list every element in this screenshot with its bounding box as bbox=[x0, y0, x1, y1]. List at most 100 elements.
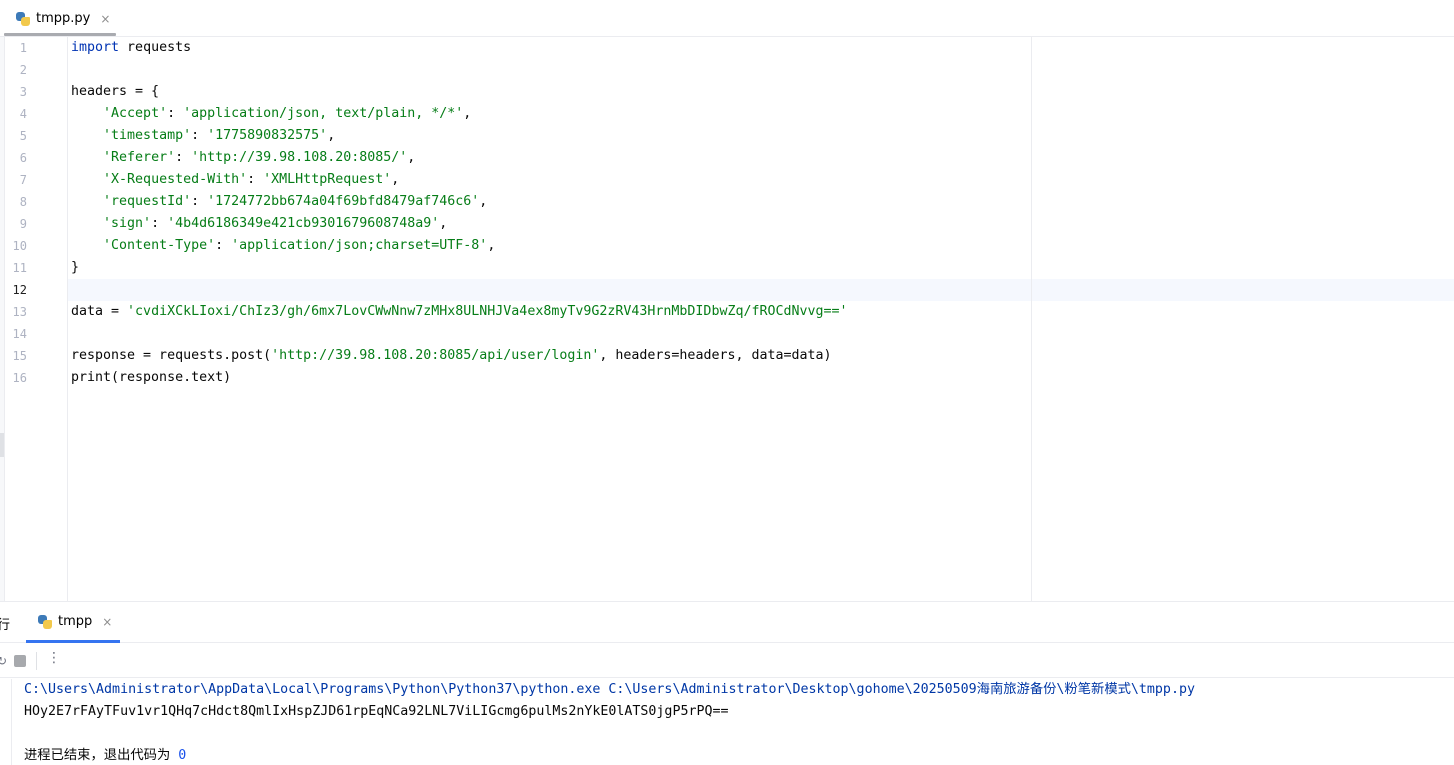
code-line[interactable]: data = 'cvdiXCkLIoxi/ChIz3/gh/6mx7LovCWw… bbox=[71, 301, 848, 323]
code-token: } bbox=[71, 260, 80, 275]
string-token: 'Referer' bbox=[103, 150, 176, 165]
code-token: : bbox=[215, 238, 232, 253]
line-number[interactable]: 13 bbox=[5, 301, 27, 323]
string-token: 'timestamp' bbox=[103, 128, 192, 143]
exit-code: 0 bbox=[178, 748, 187, 763]
string-token: 'requestId' bbox=[103, 194, 192, 209]
current-line-highlight bbox=[5, 279, 1454, 301]
line-number[interactable]: 3 bbox=[5, 81, 27, 103]
console-gutter bbox=[0, 679, 12, 765]
run-toolbar: ↻ ⋮ bbox=[0, 644, 1454, 678]
string-token: '1775890832575' bbox=[207, 128, 328, 143]
run-tool-window: 行 tmpp × ↻ ⋮ C:\Users\Administrator\AppD… bbox=[0, 601, 1454, 765]
line-number[interactable]: 4 bbox=[5, 103, 27, 125]
code-token: : bbox=[191, 128, 208, 143]
code-token: : bbox=[167, 106, 184, 121]
line-number[interactable]: 15 bbox=[5, 345, 27, 367]
run-panel-header: 行 tmpp × bbox=[0, 602, 1454, 643]
left-strip-marker bbox=[0, 433, 4, 457]
string-token: 'sign' bbox=[103, 216, 152, 231]
editor-tab-label: tmpp.py bbox=[36, 11, 91, 26]
code-token: print(response.text) bbox=[71, 370, 232, 385]
code-line[interactable]: 'timestamp': '1775890832575', bbox=[71, 125, 335, 147]
run-tab-indicator bbox=[26, 640, 120, 643]
line-number[interactable]: 12 bbox=[5, 279, 27, 301]
code-line[interactable]: 'requestId': '1724772bb674a04f69bfd8479a… bbox=[71, 191, 487, 213]
string-token: 'Accept' bbox=[103, 106, 168, 121]
line-number[interactable]: 6 bbox=[5, 147, 27, 169]
code-token: , bbox=[407, 150, 416, 165]
code-line[interactable]: 'X-Requested-With': 'XMLHttpRequest', bbox=[71, 169, 399, 191]
run-tab-label: tmpp bbox=[58, 614, 93, 629]
run-panel-title: 行 bbox=[0, 618, 11, 633]
string-token: 'X-Requested-With' bbox=[103, 172, 248, 187]
right-margin-guide bbox=[1031, 37, 1032, 601]
line-number[interactable]: 8 bbox=[5, 191, 27, 213]
string-token: 'http://39.98.108.20:8085/' bbox=[191, 150, 408, 165]
code-token: data = bbox=[71, 304, 128, 319]
stop-icon[interactable] bbox=[14, 655, 26, 667]
string-token: '4b4d6186349e421cb9301679608748a9' bbox=[167, 216, 440, 231]
code-token: , bbox=[327, 128, 336, 143]
python-file-icon bbox=[38, 614, 52, 629]
code-line[interactable]: headers = { bbox=[71, 81, 159, 103]
code-editor[interactable]: 1 import requests 2 3 headers = { 4 'Accept':… bbox=[0, 37, 1454, 601]
code-line[interactable]: response = requests.post('http://39.98.1… bbox=[71, 345, 832, 367]
line-number[interactable]: 16 bbox=[5, 367, 27, 389]
line-number[interactable]: 14 bbox=[5, 323, 27, 345]
close-icon[interactable]: × bbox=[100, 12, 110, 26]
line-number[interactable]: 11 bbox=[5, 257, 27, 279]
line-number[interactable]: 1 bbox=[5, 37, 27, 59]
editor-tab-tmpp[interactable]: tmpp.py × bbox=[6, 0, 116, 37]
code-token: , bbox=[479, 194, 488, 209]
line-number[interactable]: 7 bbox=[5, 169, 27, 191]
rerun-icon[interactable]: ↻ bbox=[0, 654, 7, 668]
line-number[interactable]: 10 bbox=[5, 235, 27, 257]
line-number[interactable]: 5 bbox=[5, 125, 27, 147]
code-token: , bbox=[463, 106, 472, 121]
toolbar-separator bbox=[36, 652, 37, 670]
code-token: : bbox=[175, 150, 192, 165]
code-line[interactable]: } bbox=[71, 257, 79, 279]
code-line[interactable]: print(response.text) bbox=[71, 367, 231, 389]
console-output-line: HOy2E7rFAyTFuv1vr1QHq7cHdct8QmlIxHspZJD6… bbox=[24, 704, 729, 719]
close-icon[interactable]: × bbox=[102, 615, 112, 629]
console-command-line: C:\Users\Administrator\AppData\Local\Pro… bbox=[24, 682, 1195, 697]
string-token: 'cvdiXCkLIoxi/ChIz3/gh/6mx7LovCWwNnw7zMH… bbox=[127, 304, 848, 319]
string-token: 'application/json, text/plain, */*' bbox=[183, 106, 464, 121]
keyword-token: import bbox=[71, 40, 120, 55]
code-token: , bbox=[391, 172, 400, 187]
line-number[interactable]: 9 bbox=[5, 213, 27, 235]
exit-message: 进程已结束，退出代码为 bbox=[24, 748, 179, 763]
console-exit-line: 进程已结束，退出代码为 0 bbox=[24, 745, 186, 765]
code-token: : bbox=[151, 216, 168, 231]
more-options-icon[interactable]: ⋮ bbox=[47, 650, 61, 666]
code-line[interactable]: 'Referer': 'http://39.98.108.20:8085/', bbox=[71, 147, 415, 169]
string-token: 'application/json;charset=UTF-8' bbox=[231, 238, 488, 253]
code-token: requests bbox=[119, 40, 192, 55]
editor-tab-bar: tmpp.py × bbox=[0, 0, 1454, 37]
code-line[interactable]: 'Accept': 'application/json, text/plain,… bbox=[71, 103, 471, 125]
line-number[interactable]: 2 bbox=[5, 59, 27, 81]
code-token: : bbox=[247, 172, 264, 187]
code-token: , bbox=[487, 238, 496, 253]
string-token: 'XMLHttpRequest' bbox=[263, 172, 392, 187]
string-token: '1724772bb674a04f69bfd8479af746c6' bbox=[207, 194, 480, 209]
string-token: 'Content-Type' bbox=[103, 238, 216, 253]
code-line[interactable]: 'sign': '4b4d6186349e421cb9301679608748a… bbox=[71, 213, 447, 235]
code-line[interactable]: import requests bbox=[71, 37, 191, 59]
run-tab-tmpp[interactable]: tmpp × bbox=[38, 614, 112, 629]
code-token: response = requests.post( bbox=[71, 348, 272, 363]
code-token: , headers=headers, data=data) bbox=[599, 348, 832, 363]
code-token: , bbox=[439, 216, 448, 231]
console-output[interactable]: C:\Users\Administrator\AppData\Local\Pro… bbox=[0, 679, 1454, 765]
code-line[interactable]: 'Content-Type': 'application/json;charse… bbox=[71, 235, 495, 257]
string-token: 'http://39.98.108.20:8085/api/user/login… bbox=[271, 348, 600, 363]
